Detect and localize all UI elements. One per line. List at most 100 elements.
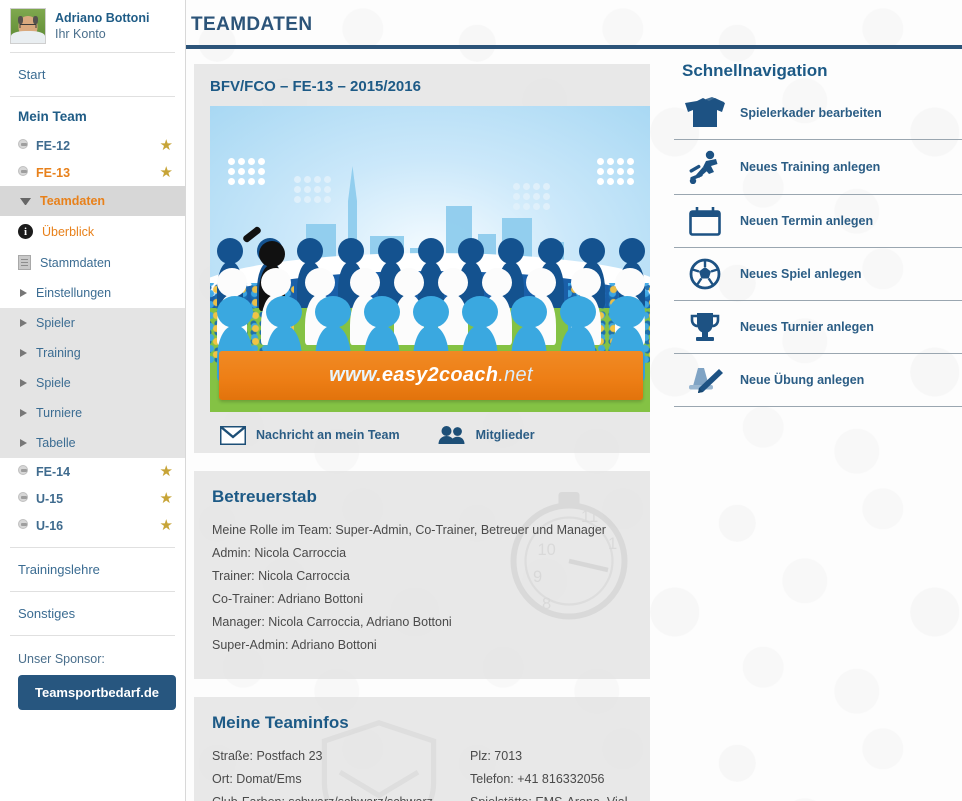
floodlight-left-icon — [227, 158, 265, 186]
jersey-icon — [684, 97, 726, 129]
chevron-down-icon — [20, 197, 31, 205]
sidebar-section-mein-team: Mein Team — [18, 109, 87, 124]
sidebar-item-label: Tabelle — [36, 436, 76, 450]
quicknav-label: Neuen Termin anlegen — [740, 214, 874, 228]
hero-actions: Nachricht an mein Team Mitglieder — [210, 412, 634, 445]
account-subtitle: Ihr Konto — [55, 26, 106, 41]
account-block[interactable]: Adriano Bottoni Ihr Konto — [0, 0, 185, 52]
calendar-icon — [684, 205, 726, 237]
sidebar-team-u-16[interactable]: U-16 ★ — [0, 512, 185, 539]
team-badge-icon — [18, 138, 28, 149]
star-icon[interactable]: ★ — [160, 138, 173, 153]
team-badge-icon — [18, 491, 28, 502]
info-icon: i — [18, 224, 33, 239]
quicknav-item-spielerkader-bearbeiten[interactable]: Spielerkader bearbeiten — [674, 87, 962, 140]
teaminfo-row: Spielstätte: EMS-Arena, Vial — [470, 791, 632, 801]
sidebar-item-label: Turniere — [36, 406, 83, 420]
team-name: FE-14 — [36, 464, 71, 479]
star-icon[interactable]: ★ — [160, 165, 173, 180]
team-badge-icon — [18, 464, 28, 475]
schnellnavigation-title: Schnellnavigation — [682, 61, 828, 80]
floodlight-left2-icon — [293, 176, 331, 204]
document-icon — [18, 255, 31, 270]
teaminfo-row: Straße: Postfach 23 — [212, 749, 323, 763]
sidebar-item-start[interactable]: Start — [0, 53, 185, 96]
people-icon — [438, 426, 465, 444]
sidebar-item-label: Stammdaten — [40, 255, 111, 270]
quicknav-label: Neue Übung anlegen — [740, 373, 865, 387]
sidebar-item-stammdaten[interactable]: Stammdaten — [0, 247, 185, 278]
sidebar-item-spieler[interactable]: Spieler — [0, 308, 185, 338]
sponsor-button[interactable]: Teamsportbedarf.de — [18, 675, 176, 710]
star-icon[interactable]: ★ — [160, 464, 173, 479]
teaminfos-right-column: Plz: 7013 Telefon: +41 816332056 Spielstät… — [470, 745, 632, 801]
sidebar-team-fe-12[interactable]: FE-12 ★ — [0, 132, 185, 159]
betreuerstab-row: Admin: Nicola Carroccia — [212, 546, 347, 560]
quicknav-item-neues-training-anlegen[interactable]: Neues Training anlegen — [674, 140, 962, 195]
quicknav-item-neues-spiel-anlegen[interactable]: Neues Spiel anlegen — [674, 248, 962, 301]
quicknav-label: Neues Training anlegen — [740, 160, 881, 174]
teaminfos-left-column: Straße: Postfach 23 Ort: Domat/Ems Club-Fa… — [212, 745, 470, 801]
quicknav-label: Neues Spiel anlegen — [740, 267, 862, 281]
betreuerstab-title: Betreuerstab — [212, 487, 317, 506]
team-name: U-15 — [36, 491, 64, 506]
team-badge-icon — [18, 165, 28, 176]
star-icon[interactable]: ★ — [160, 518, 173, 533]
chevron-right-icon — [20, 319, 27, 327]
betreuerstab-row: Trainer: Nicola Carroccia — [212, 569, 350, 583]
chevron-right-icon — [20, 379, 27, 387]
sidebar-teamdaten-items: i Überblick Stammdaten Einstellungen Spieler… — [0, 216, 185, 458]
floodlight-right2-icon — [513, 182, 551, 210]
player-kicking-icon — [684, 150, 726, 184]
sidebar: Adriano Bottoni Ihr Konto Start Mein Tea… — [0, 0, 186, 801]
team-name: FE-12 — [36, 138, 71, 153]
action-nachricht-an-mein-team[interactable]: Nachricht an mein Team — [220, 425, 400, 445]
right-column: Schnellnavigation Spielerkader bearbeite… — [656, 49, 962, 801]
sidebar-teams-top: FE-12 ★ FE-13 ★ — [0, 132, 185, 186]
banner-text-brand: easy2coach — [381, 363, 499, 386]
left-column: BFV/FCO – FE-13 – 2015/2016 www.easy2coa… — [186, 49, 656, 801]
teaminfo-row: Telefon: +41 816332056 — [470, 772, 605, 786]
sidebar-item-tabelle[interactable]: Tabelle — [0, 428, 185, 458]
sidebar-item-trainingslehre[interactable]: Trainingslehre — [0, 548, 185, 591]
sidebar-item-turniere[interactable]: Turniere — [0, 398, 185, 428]
team-name: FE-13 — [36, 165, 71, 180]
banner-text-www: www. — [329, 363, 382, 386]
cone-whistle-icon — [684, 364, 726, 396]
sidebar-item-spiele[interactable]: Spiele — [0, 368, 185, 398]
account-name: Adriano Bottoni — [55, 10, 150, 25]
sidebar-item-training[interactable]: Training — [0, 338, 185, 368]
floodlight-right-icon — [597, 158, 635, 186]
trophy-icon — [684, 311, 726, 343]
teaminfo-row: Club-Farben: schwarz/schwarz/schwarz — [212, 791, 470, 801]
sidebar-team-fe-14[interactable]: FE-14 ★ — [0, 458, 185, 485]
avatar — [10, 8, 46, 44]
sidebar-item--berblick[interactable]: i Überblick — [0, 216, 185, 247]
soccer-ball-icon — [684, 258, 726, 290]
sidebar-item-sonstiges[interactable]: Sonstiges — [0, 592, 185, 635]
action-mitglieder[interactable]: Mitglieder — [438, 425, 535, 445]
betreuerstab-row: Meine Rolle im Team: Super-Admin, Co-Tra… — [212, 523, 606, 537]
chevron-right-icon — [20, 349, 27, 357]
team-badge-icon — [18, 518, 28, 529]
quicknav-item-neue-übung-anlegen[interactable]: Neue Übung anlegen — [674, 354, 962, 407]
sidebar-item-label: Spiele — [36, 376, 71, 390]
sidebar-team-fe-13[interactable]: FE-13 ★ — [0, 159, 185, 186]
page-title: TEAMDATEN — [191, 14, 313, 35]
page-root: Adriano Bottoni Ihr Konto Start Mein Tea… — [0, 0, 962, 801]
sidebar-team-u-15[interactable]: U-15 ★ — [0, 485, 185, 512]
sidebar-item-teamdaten-label: Teamdaten — [40, 194, 106, 208]
team-photo-hero[interactable]: www.easy2coach.net — [210, 106, 650, 412]
betreuerstab-row: Co-Trainer: Adriano Bottoni — [212, 592, 364, 606]
sidebar-item-teamdaten[interactable]: Teamdaten — [0, 186, 185, 216]
schnellnavigation-list: Spielerkader bearbeiten Neues Training an… — [674, 87, 962, 407]
star-icon[interactable]: ★ — [160, 491, 173, 506]
sidebar-item-einstellungen[interactable]: Einstellungen — [0, 278, 185, 308]
quicknav-item-neues-turnier-anlegen[interactable]: Neues Turnier anlegen — [674, 301, 962, 354]
betreuerstab-row: Manager: Nicola Carroccia, Adriano Botto… — [212, 615, 452, 629]
action-label: Nachricht an mein Team — [256, 428, 400, 442]
sidebar-item-label: Überblick — [42, 224, 95, 239]
quicknav-item-neuen-termin-anlegen[interactable]: Neuen Termin anlegen — [674, 195, 962, 248]
sponsor-block: Unser Sponsor: Teamsportbedarf.de — [0, 636, 185, 710]
chevron-right-icon — [20, 439, 27, 447]
